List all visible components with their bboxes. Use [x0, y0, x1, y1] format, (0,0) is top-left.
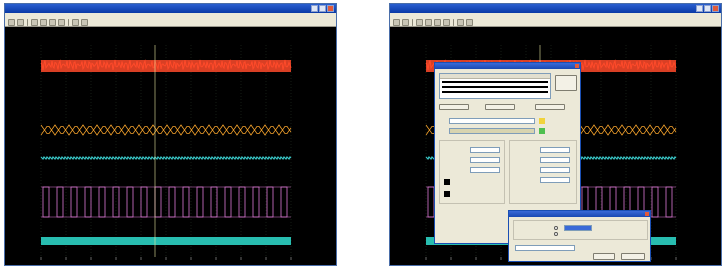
- table-row[interactable]: [442, 86, 548, 88]
- table-row[interactable]: [442, 81, 548, 83]
- field[interactable]: [540, 167, 570, 173]
- table-row[interactable]: [442, 91, 548, 93]
- magenta-pulse: [154, 186, 162, 218]
- open-icon[interactable]: [393, 18, 400, 26]
- status-indicator-yellow: [539, 118, 545, 124]
- dialog-title-bar: [435, 63, 580, 69]
- field[interactable]: [540, 147, 570, 153]
- toolbar-separator: [27, 18, 28, 26]
- close-button[interactable]: [327, 5, 334, 12]
- open-icon[interactable]: [8, 18, 15, 26]
- secondary-dialog[interactable]: [508, 210, 651, 262]
- zoom-fit-icon[interactable]: [434, 18, 441, 26]
- orange-trace: [40, 126, 292, 136]
- zoom-fit-icon[interactable]: [49, 18, 56, 26]
- teal-trace-band: [41, 237, 291, 245]
- option-button-1[interactable]: [439, 104, 469, 110]
- settings-group-left: [439, 140, 505, 204]
- selected-option[interactable]: [564, 225, 592, 231]
- zoom-in-icon[interactable]: [31, 18, 38, 26]
- toolbar-separator: [412, 18, 413, 26]
- options-group: [513, 220, 648, 240]
- radio-button[interactable]: [554, 226, 558, 230]
- magenta-pulse: [182, 186, 190, 218]
- magenta-pulse: [140, 186, 148, 218]
- cursor-icon[interactable]: [58, 18, 65, 26]
- dialog-close-button[interactable]: [645, 212, 649, 216]
- color-swatch[interactable]: [444, 179, 450, 185]
- cyan-trace: [40, 155, 292, 161]
- magenta-pulse: [126, 186, 134, 218]
- magenta-pulse: [42, 186, 50, 218]
- slider-track[interactable]: [449, 128, 535, 134]
- magenta-pulse: [224, 186, 232, 218]
- magenta-pulse: [266, 186, 274, 218]
- magenta-pulse: [665, 186, 673, 218]
- zoom-in-icon[interactable]: [416, 18, 423, 26]
- option-button-3[interactable]: [535, 104, 565, 110]
- text-field[interactable]: [515, 245, 575, 251]
- status-indicator-green: [539, 128, 545, 134]
- right-scope-window: [389, 3, 722, 266]
- field[interactable]: [540, 177, 570, 183]
- field[interactable]: [470, 157, 500, 163]
- window-controls: [696, 5, 719, 12]
- toolbar-separator: [68, 18, 69, 26]
- field[interactable]: [470, 147, 500, 153]
- ok-button[interactable]: [593, 253, 615, 260]
- radio-button[interactable]: [554, 232, 558, 236]
- minimize-button[interactable]: [311, 5, 318, 12]
- channel-table[interactable]: [439, 73, 551, 99]
- save-icon[interactable]: [17, 18, 24, 26]
- help-icon[interactable]: [466, 18, 473, 26]
- dialog-close-button[interactable]: [575, 64, 579, 68]
- waveform-plot[interactable]: [5, 27, 336, 265]
- cursor-icon[interactable]: [443, 18, 450, 26]
- zoom-out-icon[interactable]: [425, 18, 432, 26]
- settings-group-right: [509, 140, 577, 204]
- magenta-pulse: [280, 186, 288, 218]
- toolbar-separator: [453, 18, 454, 26]
- zoom-out-icon[interactable]: [40, 18, 47, 26]
- magenta-pulse: [84, 186, 92, 218]
- magenta-pulse: [56, 186, 64, 218]
- title-bar: [5, 4, 336, 13]
- option-button-2[interactable]: [485, 104, 515, 110]
- cancel-button[interactable]: [621, 253, 645, 260]
- magenta-pulse: [651, 186, 659, 218]
- settings-icon[interactable]: [457, 18, 464, 26]
- settings-icon[interactable]: [72, 18, 79, 26]
- close-button[interactable]: [712, 5, 719, 12]
- window-controls: [311, 5, 334, 12]
- magenta-pulse: [238, 186, 246, 218]
- left-scope-window: [4, 3, 337, 266]
- maximize-button[interactable]: [319, 5, 326, 12]
- field[interactable]: [540, 157, 570, 163]
- red-trace-band: [41, 60, 291, 72]
- color-swatch[interactable]: [444, 191, 450, 197]
- waveform-canvas[interactable]: [5, 27, 336, 265]
- minimize-button[interactable]: [696, 5, 703, 12]
- toolbar: [390, 18, 721, 27]
- magenta-pulse: [252, 186, 260, 218]
- magenta-pulse: [196, 186, 204, 218]
- apply-button[interactable]: [555, 75, 577, 91]
- title-bar: [390, 4, 721, 13]
- magenta-pulse: [168, 186, 176, 218]
- help-icon[interactable]: [81, 18, 88, 26]
- magenta-pulse: [70, 186, 78, 218]
- maximize-button[interactable]: [704, 5, 711, 12]
- level-field[interactable]: [449, 118, 535, 124]
- save-icon[interactable]: [402, 18, 409, 26]
- dialog-title-bar: [509, 211, 650, 217]
- magenta-pulse: [98, 186, 106, 218]
- field[interactable]: [470, 167, 500, 173]
- table-header: [440, 74, 550, 79]
- toolbar: [5, 18, 336, 27]
